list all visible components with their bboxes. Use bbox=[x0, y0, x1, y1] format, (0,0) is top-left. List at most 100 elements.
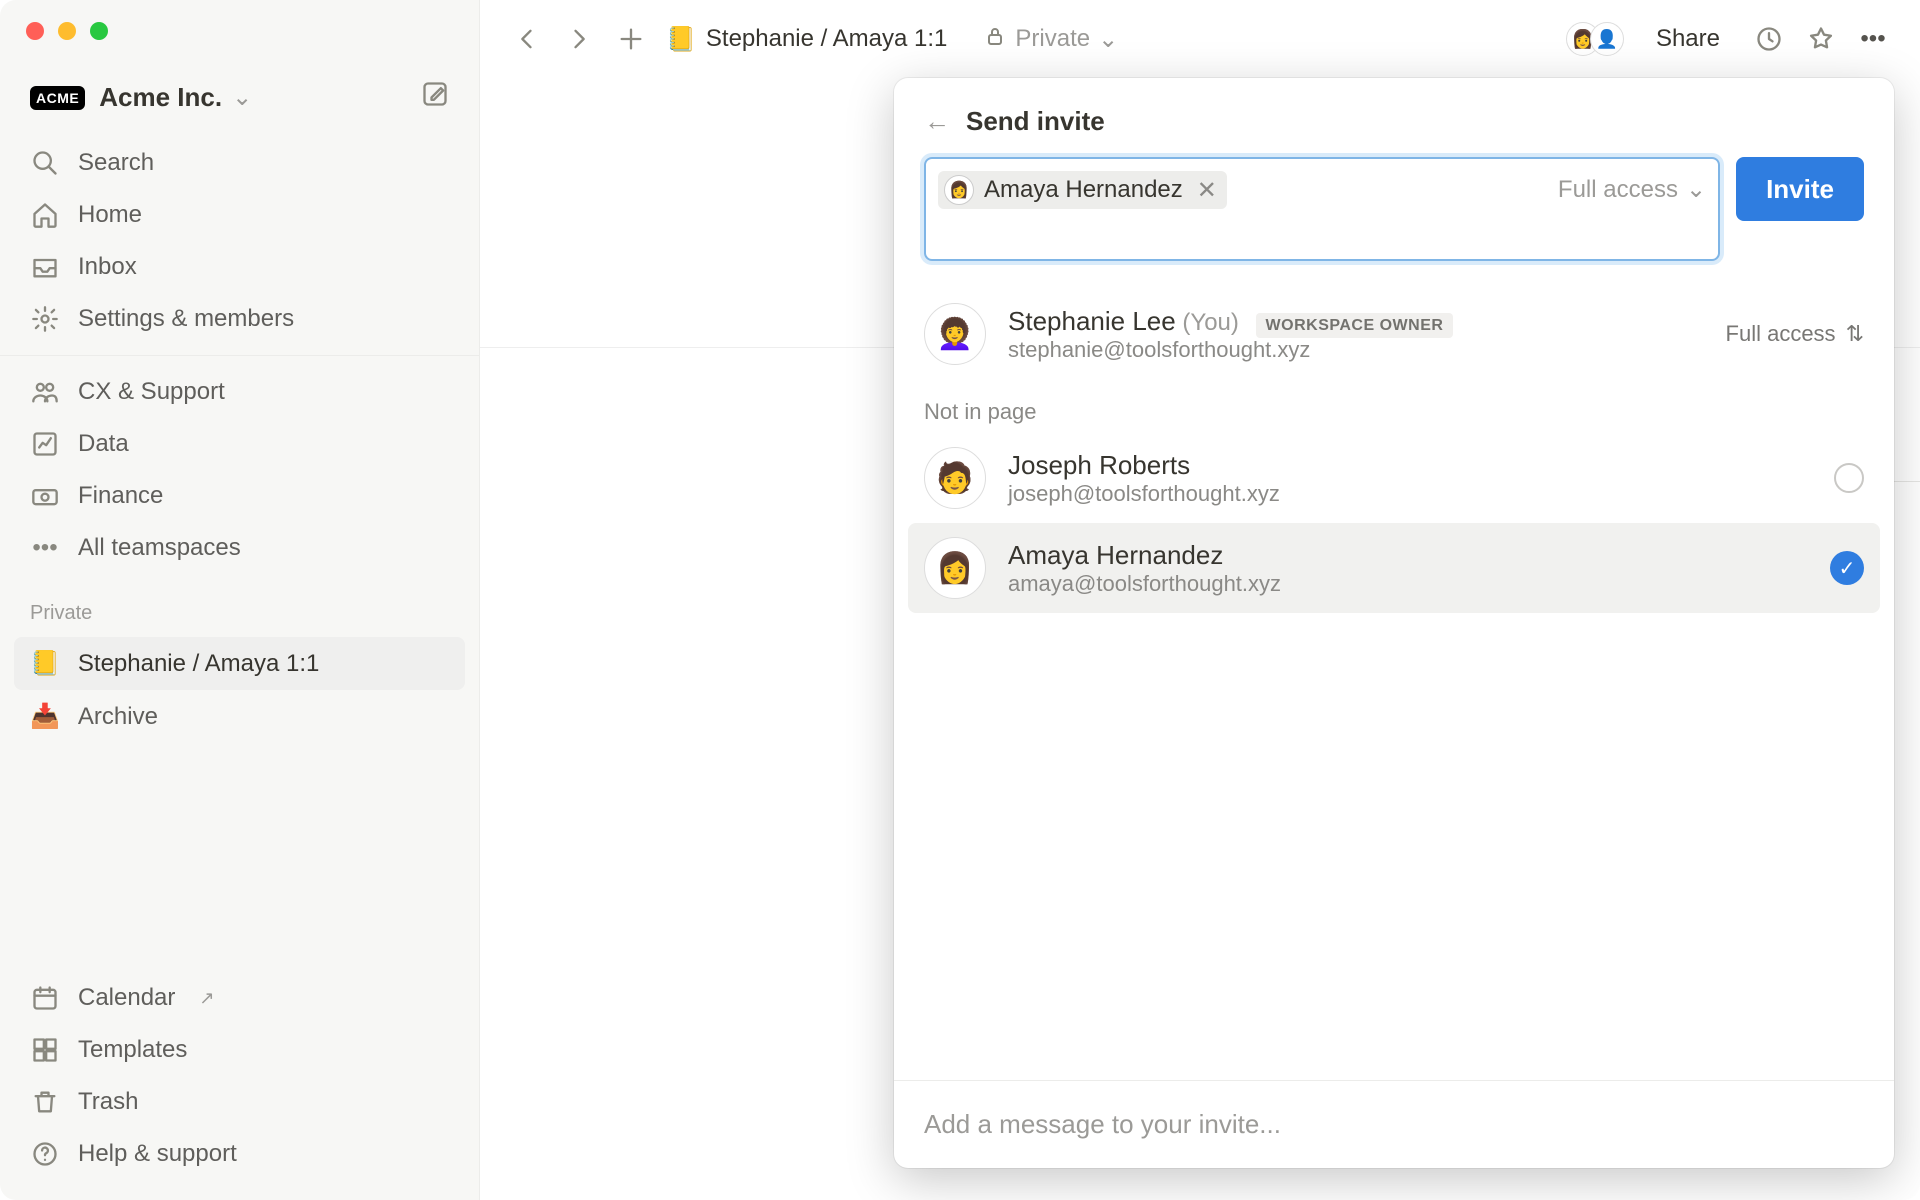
chevron-down-icon: ⌄ bbox=[1098, 25, 1118, 54]
avatar: 👩‍🦱 bbox=[924, 303, 986, 365]
trash-icon bbox=[30, 1088, 60, 1116]
sidebar-private-pages: 📒 Stephanie / Amaya 1:1 📥 Archive bbox=[0, 633, 479, 747]
history-icon[interactable] bbox=[1752, 25, 1786, 53]
sidebar-label: Search bbox=[78, 149, 154, 177]
sidebar-item-calendar[interactable]: Calendar ↗ bbox=[14, 972, 465, 1024]
close-window-dot[interactable] bbox=[26, 22, 44, 40]
share-button[interactable]: Share bbox=[1656, 25, 1720, 53]
member-row[interactable]: 🧑 Joseph Roberts joseph@toolsforthought.… bbox=[908, 433, 1880, 523]
sidebar-label: Stephanie / Amaya 1:1 bbox=[78, 650, 320, 678]
sidebar-label: Archive bbox=[78, 703, 158, 731]
selected-check-icon: ✓ bbox=[1830, 551, 1864, 585]
member-name: Joseph Roberts bbox=[1008, 450, 1280, 481]
sidebar-item-help[interactable]: Help & support bbox=[14, 1128, 465, 1180]
remove-chip-icon[interactable]: ✕ bbox=[1197, 176, 1217, 205]
sidebar-item-trash[interactable]: Trash bbox=[14, 1076, 465, 1128]
member-email: amaya@toolsforthought.xyz bbox=[1008, 571, 1281, 597]
home-icon bbox=[30, 201, 60, 229]
new-tab-icon[interactable] bbox=[614, 25, 648, 53]
avatar: 👩 bbox=[924, 537, 986, 599]
sidebar-item-data[interactable]: Data bbox=[14, 418, 465, 470]
invite-message-input[interactable]: Add a message to your invite... bbox=[894, 1080, 1894, 1168]
sidebar-item-finance[interactable]: Finance bbox=[14, 470, 465, 522]
search-icon bbox=[30, 149, 60, 177]
breadcrumb[interactable]: 📒 Stephanie / Amaya 1:1 bbox=[666, 25, 947, 54]
minimize-window-dot[interactable] bbox=[58, 22, 76, 40]
owner-access-dropdown[interactable]: Full access ⇅ bbox=[1726, 321, 1864, 347]
privacy-label: Private bbox=[1015, 25, 1090, 53]
calendar-icon bbox=[30, 984, 60, 1012]
money-icon bbox=[30, 482, 60, 510]
more-icon[interactable]: ••• bbox=[1856, 25, 1890, 53]
avatar: 👩 bbox=[944, 175, 974, 205]
member-row[interactable]: 👩 Amaya Hernandez amaya@toolsforthought.… bbox=[908, 523, 1880, 613]
panel-title: Send invite bbox=[966, 106, 1105, 137]
privacy-dropdown[interactable]: Private ⌄ bbox=[983, 24, 1118, 55]
sidebar-page-one-on-one[interactable]: 📒 Stephanie / Amaya 1:1 bbox=[14, 637, 465, 690]
more-icon: ••• bbox=[30, 534, 60, 562]
sidebar-label: Help & support bbox=[78, 1140, 237, 1168]
zoom-window-dot[interactable] bbox=[90, 22, 108, 40]
sidebar-item-cx[interactable]: CX & Support bbox=[14, 366, 465, 418]
people-icon bbox=[30, 378, 60, 406]
send-invite-panel: ← Send invite 👩 Amaya Hernandez ✕ Full a… bbox=[894, 78, 1894, 1168]
access-level-dropdown[interactable]: Full access ⌄ bbox=[1558, 169, 1706, 204]
breadcrumb-emoji-icon: 📒 bbox=[666, 25, 696, 54]
member-name: Stephanie Lee bbox=[1008, 306, 1176, 336]
workspace-badge: ACME bbox=[30, 86, 85, 110]
topbar: 📒 Stephanie / Amaya 1:1 Private ⌄ 👩 👤 Sh… bbox=[480, 0, 1920, 78]
nav-forward-icon[interactable] bbox=[562, 25, 596, 53]
sidebar-item-all-teamspaces[interactable]: ••• All teamspaces bbox=[14, 522, 465, 574]
sidebar-top-nav: Search Home Inbox Settings & members bbox=[0, 133, 479, 349]
sidebar-label: Settings & members bbox=[78, 305, 294, 333]
sidebar-page-archive[interactable]: 📥 Archive bbox=[14, 690, 465, 743]
back-icon[interactable]: ← bbox=[924, 106, 950, 137]
sidebar-label: All teamspaces bbox=[78, 534, 241, 562]
owner-badge: WORKSPACE OWNER bbox=[1256, 313, 1454, 338]
member-name: Amaya Hernandez bbox=[1008, 540, 1281, 571]
access-label: Full access bbox=[1558, 176, 1678, 204]
inbox-icon bbox=[30, 253, 60, 281]
sidebar-label: Home bbox=[78, 201, 142, 229]
chip-name: Amaya Hernandez bbox=[984, 176, 1183, 204]
sidebar-item-settings[interactable]: Settings & members bbox=[14, 293, 465, 345]
sidebar-label: Templates bbox=[78, 1036, 187, 1064]
you-label: (You) bbox=[1182, 309, 1238, 336]
select-radio[interactable] bbox=[1834, 463, 1864, 493]
templates-icon bbox=[30, 1036, 60, 1064]
invite-button[interactable]: Invite bbox=[1736, 157, 1864, 221]
presence-avatars[interactable]: 👩 👤 bbox=[1566, 22, 1624, 56]
sidebar-bottom-nav: Calendar ↗ Templates Trash Help & suppor… bbox=[0, 968, 479, 1200]
not-in-page-label: Not in page bbox=[908, 379, 1880, 433]
member-email: stephanie@toolsforthought.xyz bbox=[1008, 337, 1453, 363]
member-email: joseph@toolsforthought.xyz bbox=[1008, 481, 1280, 507]
sidebar-item-inbox[interactable]: Inbox bbox=[14, 241, 465, 293]
external-link-icon: ↗ bbox=[199, 988, 214, 1009]
page-emoji-icon: 📥 bbox=[30, 702, 60, 731]
sidebar-item-home[interactable]: Home bbox=[14, 189, 465, 241]
workspace-switcher[interactable]: ACME Acme Inc. ⌄ bbox=[0, 80, 479, 133]
sidebar-item-templates[interactable]: Templates bbox=[14, 1024, 465, 1076]
sidebar-item-search[interactable]: Search bbox=[14, 137, 465, 189]
sidebar-label: Finance bbox=[78, 482, 163, 510]
updown-icon: ⇅ bbox=[1846, 321, 1864, 347]
sidebar-label: CX & Support bbox=[78, 378, 225, 406]
divider bbox=[0, 355, 479, 356]
favorite-icon[interactable] bbox=[1804, 25, 1838, 53]
sidebar-label: Calendar bbox=[78, 984, 175, 1012]
gear-icon bbox=[30, 305, 60, 333]
page-emoji-icon: 📒 bbox=[30, 649, 60, 678]
sidebar-label: Trash bbox=[78, 1088, 138, 1116]
breadcrumb-title: Stephanie / Amaya 1:1 bbox=[706, 25, 948, 53]
invite-people-input[interactable]: 👩 Amaya Hernandez ✕ Full access ⌄ bbox=[924, 157, 1720, 261]
new-page-icon[interactable] bbox=[421, 80, 449, 115]
help-icon bbox=[30, 1140, 60, 1168]
chevron-down-icon: ⌄ bbox=[1686, 175, 1706, 204]
invitee-chip[interactable]: 👩 Amaya Hernandez ✕ bbox=[938, 171, 1227, 209]
access-label: Full access bbox=[1726, 321, 1836, 347]
window-traffic-lights bbox=[26, 22, 108, 40]
nav-back-icon[interactable] bbox=[510, 25, 544, 53]
sidebar-label: Inbox bbox=[78, 253, 137, 281]
member-row-owner: 👩‍🦱 Stephanie Lee (You) WORKSPACE OWNER … bbox=[908, 289, 1880, 379]
avatar: 🧑 bbox=[924, 447, 986, 509]
